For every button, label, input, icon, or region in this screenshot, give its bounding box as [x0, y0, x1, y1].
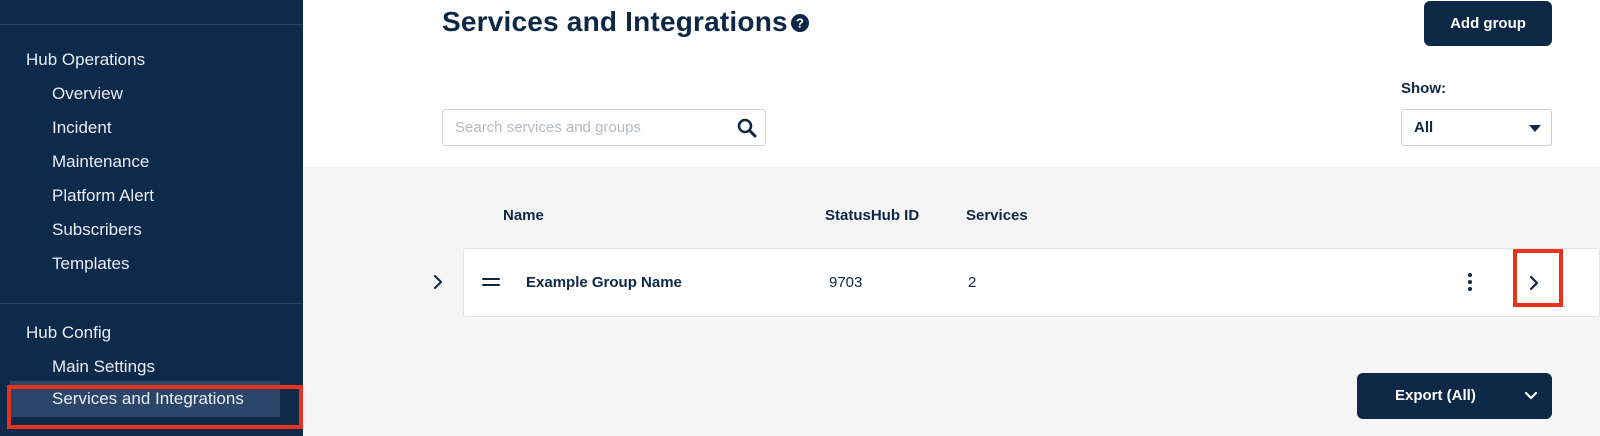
sidebar-section-hub-operations: Hub Operations	[26, 50, 146, 69]
sidebar-item-services-and-integrations[interactable]: Services and Integrations	[10, 381, 280, 417]
expand-row-chevron-icon[interactable]	[431, 275, 445, 289]
search-icon[interactable]	[737, 118, 757, 138]
sidebar-item-subscribers[interactable]: Subscribers	[52, 220, 142, 240]
sidebar-divider	[0, 24, 303, 25]
chevron-down-icon	[1524, 389, 1538, 403]
sidebar-item-templates[interactable]: Templates	[52, 254, 129, 274]
group-services-count: 2	[968, 274, 977, 291]
sidebar-divider	[0, 303, 303, 304]
page-title: Services and Integrations	[442, 6, 788, 37]
caret-down-icon	[1529, 125, 1541, 132]
column-header-services: Services	[966, 207, 1028, 224]
column-header-statushub-id: StatusHub ID	[825, 207, 920, 224]
table-row[interactable]: Example Group Name 9703 2	[463, 248, 1600, 317]
add-group-button[interactable]: Add group	[1424, 1, 1552, 46]
chevron-right-icon[interactable]	[1526, 275, 1542, 291]
sidebar: Hub Operations Overview Incident Mainten…	[0, 0, 303, 436]
sidebar-item-main-settings[interactable]: Main Settings	[52, 357, 155, 377]
sidebar-item-incident[interactable]: Incident	[52, 118, 112, 138]
question-circle-icon[interactable]: ?	[790, 13, 810, 33]
group-name: Example Group Name	[526, 274, 682, 291]
drag-handle-icon[interactable]	[482, 278, 500, 288]
show-filter-select[interactable]: All	[1401, 109, 1552, 146]
column-header-name: Name	[503, 207, 544, 224]
svg-text:?: ?	[796, 16, 804, 31]
sidebar-item-overview[interactable]: Overview	[52, 84, 123, 104]
export-button[interactable]: Export (All)	[1357, 373, 1552, 419]
export-label: Export (All)	[1395, 387, 1476, 404]
main-content: Services and Integrations ? Add group Sh…	[303, 0, 1600, 436]
show-filter-value: All	[1414, 119, 1434, 136]
sidebar-item-maintenance[interactable]: Maintenance	[52, 152, 149, 172]
search-input[interactable]	[443, 110, 723, 145]
sidebar-item-platform-alert[interactable]: Platform Alert	[52, 186, 154, 206]
group-statushub-id: 9703	[829, 274, 863, 291]
show-filter-label: Show:	[1401, 80, 1446, 97]
search-field	[442, 109, 766, 146]
more-options-icon[interactable]	[1466, 273, 1474, 293]
sidebar-section-hub-config: Hub Config	[26, 323, 112, 342]
